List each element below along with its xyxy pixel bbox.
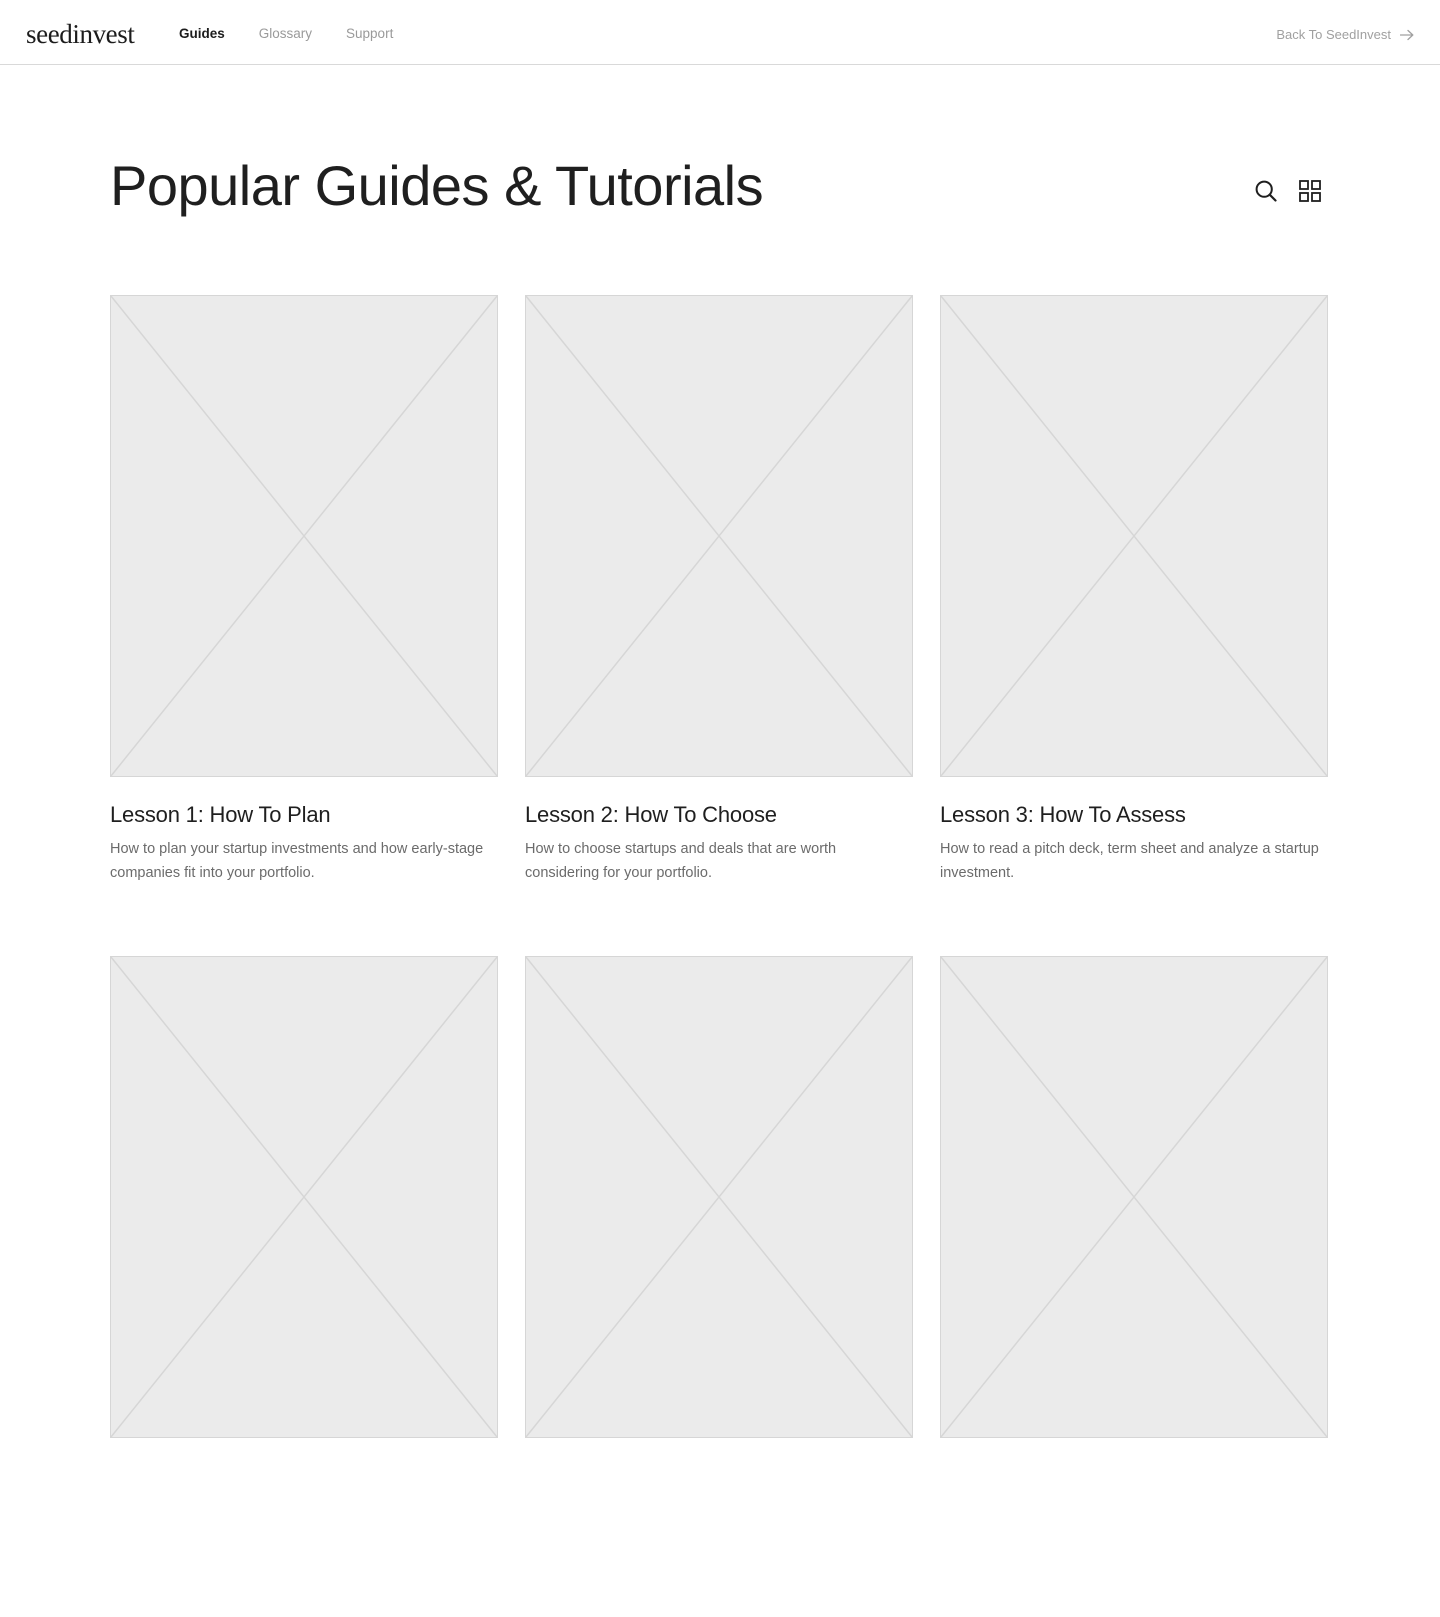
nav-item-support[interactable]: Support <box>346 26 393 41</box>
card-description: How to read a pitch deck, term sheet and… <box>940 841 1319 881</box>
page-title: Popular Guides & Tutorials <box>110 154 764 217</box>
card-title: Lesson 3: How To Assess <box>940 802 1186 827</box>
image-placeholder <box>940 295 1328 777</box>
grid-view-button[interactable] <box>1298 179 1322 203</box>
main-nav: Guides Glossary Support <box>179 26 427 41</box>
back-to-seedinvest-link[interactable]: Back To SeedInvest <box>1276 27 1414 42</box>
search-icon <box>1255 180 1277 202</box>
placeholder-cross-icon <box>526 296 912 776</box>
guide-card[interactable]: Lesson 1: How To Plan How to plan your s… <box>110 295 498 956</box>
image-placeholder <box>525 956 913 1438</box>
card-description: How to plan your startup investments and… <box>110 841 484 881</box>
guide-card[interactable]: Lesson 3: How To Assess How to read a pi… <box>940 295 1328 956</box>
nav-item-glossary[interactable]: Glossary <box>259 26 312 41</box>
view-tools <box>1254 179 1322 203</box>
image-placeholder <box>110 295 498 777</box>
guide-card[interactable]: Lesson 2: How To Choose How to choose st… <box>525 295 913 956</box>
card-title: Lesson 2: How To Choose <box>525 802 777 827</box>
logo-text: seedinvest <box>26 19 135 49</box>
image-placeholder <box>940 956 1328 1438</box>
search-button[interactable] <box>1254 179 1278 203</box>
image-placeholder <box>110 956 498 1438</box>
placeholder-cross-icon <box>941 296 1327 776</box>
placeholder-cross-icon <box>111 957 497 1437</box>
seedinvest-logo[interactable]: seedinvest <box>26 14 135 49</box>
placeholder-cross-icon <box>111 296 497 776</box>
placeholder-cross-icon <box>941 957 1327 1437</box>
card-title: Lesson 1: How To Plan <box>110 802 331 827</box>
back-link-label: Back To SeedInvest <box>1276 27 1391 42</box>
guide-card[interactable] <box>110 956 498 1617</box>
card-description: How to choose startups and deals that ar… <box>525 841 837 881</box>
placeholder-cross-icon <box>526 957 912 1437</box>
top-navigation-bar: seedinvest Guides Glossary Support Back … <box>0 0 1440 65</box>
image-placeholder <box>525 295 913 777</box>
nav-item-guides[interactable]: Guides <box>179 26 225 41</box>
guide-card[interactable] <box>525 956 913 1617</box>
arrow-right-icon <box>1400 29 1414 40</box>
guide-card[interactable] <box>940 956 1328 1617</box>
grid-view-icon <box>1299 180 1321 202</box>
guides-grid: Lesson 1: How To Plan How to plan your s… <box>110 295 1328 1617</box>
